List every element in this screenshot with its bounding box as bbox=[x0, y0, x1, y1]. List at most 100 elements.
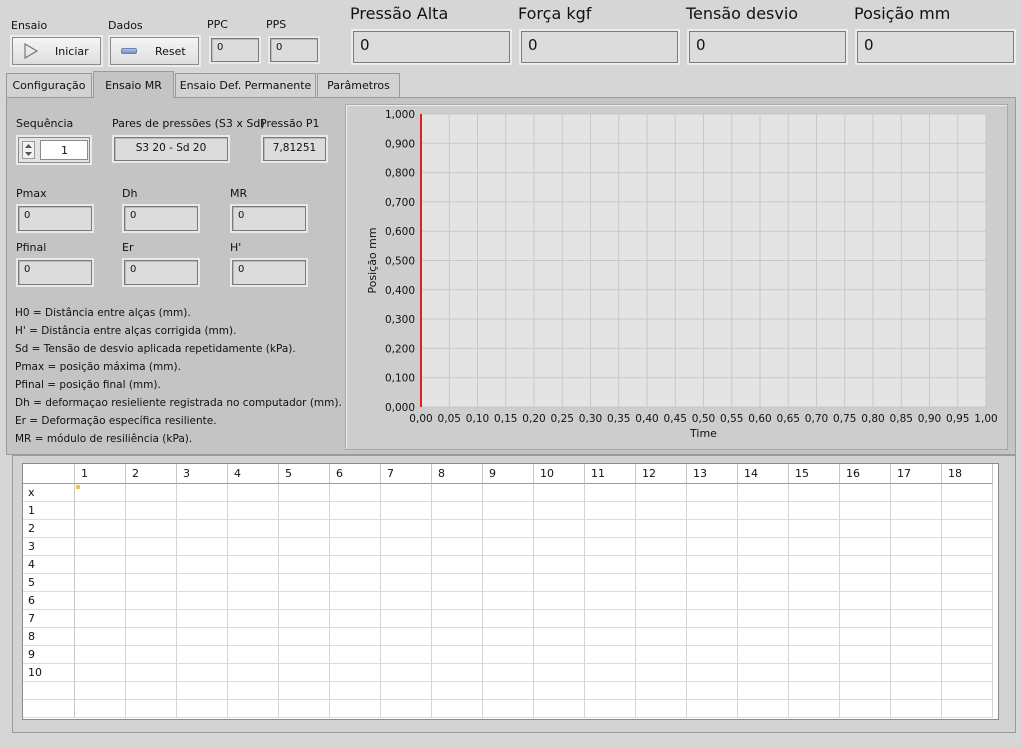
table-cell[interactable] bbox=[891, 664, 942, 682]
table-cell[interactable] bbox=[177, 682, 228, 700]
table-cell[interactable] bbox=[381, 574, 432, 592]
table-cell[interactable] bbox=[126, 592, 177, 610]
table-cell[interactable] bbox=[228, 574, 279, 592]
table-cell[interactable] bbox=[75, 664, 126, 682]
table-cell[interactable] bbox=[942, 628, 993, 646]
table-cell[interactable] bbox=[891, 502, 942, 520]
table-cell[interactable] bbox=[279, 502, 330, 520]
table-cell[interactable] bbox=[432, 628, 483, 646]
table-cell[interactable] bbox=[432, 610, 483, 628]
table-cell[interactable] bbox=[534, 556, 585, 574]
table-cell[interactable] bbox=[840, 592, 891, 610]
table-cell[interactable] bbox=[687, 520, 738, 538]
table-cell[interactable] bbox=[942, 484, 993, 502]
table-cell[interactable] bbox=[483, 484, 534, 502]
table-cell[interactable] bbox=[636, 610, 687, 628]
table-cell[interactable] bbox=[381, 520, 432, 538]
table-cell[interactable] bbox=[534, 484, 585, 502]
table-cell[interactable] bbox=[330, 646, 381, 664]
table-cell[interactable] bbox=[840, 538, 891, 556]
tab-configuracao[interactable]: Configuração bbox=[6, 73, 92, 97]
table-cell[interactable] bbox=[330, 556, 381, 574]
table-cell[interactable] bbox=[942, 592, 993, 610]
table-cell[interactable] bbox=[126, 502, 177, 520]
table-cell[interactable] bbox=[534, 664, 585, 682]
table-cell[interactable] bbox=[891, 520, 942, 538]
table-cell[interactable] bbox=[738, 538, 789, 556]
table-cell[interactable] bbox=[534, 682, 585, 700]
table-cell[interactable] bbox=[279, 646, 330, 664]
table-cell[interactable] bbox=[585, 502, 636, 520]
sequencia-input[interactable]: 1 bbox=[40, 140, 88, 160]
table-cell[interactable] bbox=[279, 664, 330, 682]
table-cell[interactable] bbox=[942, 646, 993, 664]
table-cell[interactable] bbox=[942, 682, 993, 700]
table-cell[interactable] bbox=[789, 682, 840, 700]
table-cell[interactable] bbox=[534, 700, 585, 718]
table-cell[interactable] bbox=[483, 592, 534, 610]
table-cell[interactable] bbox=[279, 682, 330, 700]
table-cell[interactable] bbox=[432, 700, 483, 718]
table-cell[interactable] bbox=[789, 610, 840, 628]
table-cell[interactable] bbox=[534, 574, 585, 592]
table-cell[interactable] bbox=[738, 484, 789, 502]
table-cell[interactable] bbox=[534, 502, 585, 520]
table-cell[interactable] bbox=[738, 592, 789, 610]
table-cell[interactable] bbox=[228, 520, 279, 538]
table-cell[interactable] bbox=[585, 484, 636, 502]
table-cell[interactable] bbox=[687, 556, 738, 574]
table-cell[interactable] bbox=[75, 700, 126, 718]
table-cell[interactable] bbox=[177, 574, 228, 592]
table-cell[interactable] bbox=[687, 610, 738, 628]
table-cell[interactable] bbox=[177, 664, 228, 682]
table-cell[interactable] bbox=[789, 646, 840, 664]
table-cell[interactable] bbox=[636, 502, 687, 520]
table-cell[interactable] bbox=[330, 592, 381, 610]
table-cell[interactable] bbox=[534, 592, 585, 610]
table-cell[interactable] bbox=[585, 664, 636, 682]
table-cell[interactable] bbox=[534, 628, 585, 646]
table-cell[interactable] bbox=[483, 646, 534, 664]
table-cell[interactable] bbox=[177, 538, 228, 556]
table-cell[interactable] bbox=[636, 484, 687, 502]
table-cell[interactable] bbox=[228, 538, 279, 556]
table-cell[interactable] bbox=[738, 574, 789, 592]
table-cell[interactable] bbox=[126, 646, 177, 664]
table-cell[interactable] bbox=[840, 502, 891, 520]
table-cell[interactable] bbox=[330, 502, 381, 520]
table-cell[interactable] bbox=[585, 700, 636, 718]
table-cell[interactable] bbox=[585, 538, 636, 556]
table-cell[interactable] bbox=[636, 700, 687, 718]
table-cell[interactable] bbox=[534, 520, 585, 538]
table-cell[interactable] bbox=[381, 592, 432, 610]
table-cell[interactable] bbox=[891, 592, 942, 610]
table-cell[interactable] bbox=[330, 628, 381, 646]
table-cell[interactable] bbox=[483, 628, 534, 646]
table-cell[interactable] bbox=[687, 700, 738, 718]
iniciar-button[interactable]: Iniciar bbox=[12, 37, 101, 65]
table-cell[interactable] bbox=[789, 700, 840, 718]
table-cell[interactable] bbox=[636, 538, 687, 556]
table-cell[interactable] bbox=[738, 556, 789, 574]
table-cell[interactable] bbox=[177, 484, 228, 502]
table-cell[interactable] bbox=[126, 682, 177, 700]
table-cell[interactable] bbox=[942, 502, 993, 520]
table-cell[interactable] bbox=[891, 484, 942, 502]
table-cell[interactable] bbox=[840, 484, 891, 502]
table-cell[interactable] bbox=[432, 592, 483, 610]
table-cell[interactable] bbox=[126, 610, 177, 628]
table-cell[interactable] bbox=[432, 574, 483, 592]
table-cell[interactable] bbox=[789, 592, 840, 610]
table-cell[interactable] bbox=[738, 682, 789, 700]
table-cell[interactable] bbox=[483, 664, 534, 682]
table-cell[interactable] bbox=[738, 628, 789, 646]
table-cell[interactable] bbox=[789, 556, 840, 574]
table-cell[interactable] bbox=[738, 700, 789, 718]
table-cell[interactable] bbox=[75, 520, 126, 538]
table-cell[interactable] bbox=[636, 574, 687, 592]
table-cell[interactable] bbox=[177, 646, 228, 664]
table-cell[interactable] bbox=[840, 574, 891, 592]
table-cell[interactable] bbox=[687, 574, 738, 592]
table-cell[interactable] bbox=[483, 574, 534, 592]
table-cell[interactable] bbox=[840, 610, 891, 628]
